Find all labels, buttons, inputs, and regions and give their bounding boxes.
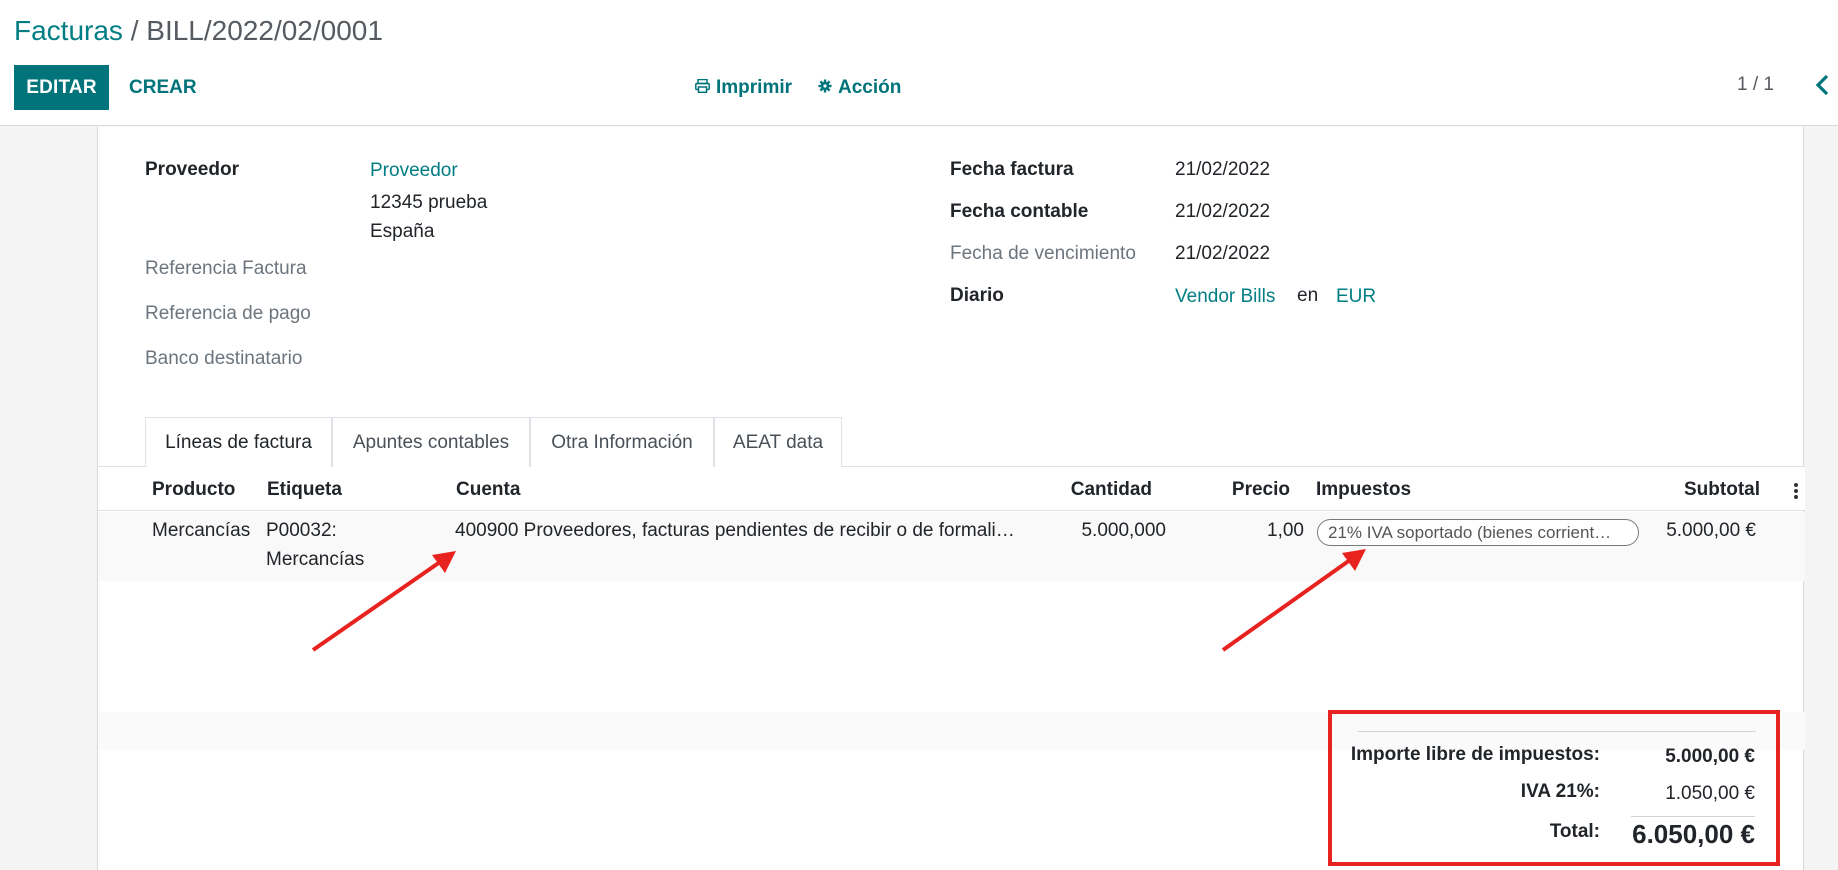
edit-button[interactable]: EDITAR (14, 65, 109, 110)
tab-journal-items[interactable]: Apuntes contables (332, 417, 530, 468)
vendor-address-line1: 12345 prueba (370, 192, 488, 213)
column-label[interactable]: Etiqueta (267, 479, 342, 501)
recipient-bank-label: Banco destinatario (145, 348, 303, 369)
tab-invoice-lines[interactable]: Líneas de factura (145, 417, 332, 468)
gear-icon (818, 79, 832, 97)
lines-table-header: Producto Etiqueta Cuenta Cantidad Precio… (98, 467, 1805, 511)
row-product: Mercancías (152, 520, 251, 541)
action-button[interactable]: Acción (818, 65, 901, 110)
row-account: 400900 Proveedores, facturas pendientes … (455, 520, 1015, 541)
breadcrumb-facturas-link[interactable]: Facturas (14, 15, 123, 46)
chevron-left-icon[interactable] (1810, 70, 1836, 100)
invoice-reference-label: Referencia Factura (145, 258, 307, 279)
row-label-line2: Mercancías (266, 549, 365, 570)
tax-tag-badge[interactable]: 21% IVA soportado (bienes corrient… (1317, 519, 1639, 546)
column-taxes[interactable]: Impuestos (1316, 479, 1411, 501)
vendor-address-line2: España (370, 221, 435, 242)
action-label: Acción (838, 76, 902, 98)
print-label: Imprimir (716, 76, 793, 98)
due-date-value: 21/02/2022 (1175, 243, 1271, 264)
row-quantity: 5.000,000 (1081, 520, 1166, 541)
vendor-label: Proveedor (145, 159, 239, 180)
column-price[interactable]: Precio (1198, 479, 1290, 501)
create-button[interactable]: CREAR (129, 65, 197, 110)
totals-highlight-box (1328, 710, 1780, 866)
breadcrumb-separator: / (122, 15, 147, 46)
tab-aeat-data[interactable]: AEAT data (714, 417, 842, 468)
invoice-date-value: 21/02/2022 (1175, 159, 1271, 180)
invoice-date-label: Fecha factura (950, 159, 1074, 180)
row-label-line1: P00032: (266, 520, 337, 541)
kebab-menu-icon[interactable] (1793, 481, 1799, 501)
journal-link[interactable]: Vendor Bills (1175, 285, 1275, 309)
accounting-date-value: 21/02/2022 (1175, 201, 1271, 222)
currency-link[interactable]: EUR (1336, 285, 1376, 309)
column-quantity[interactable]: Cantidad (998, 479, 1152, 501)
journal-label: Diario (950, 285, 1004, 306)
breadcrumb: Facturas / BILL/2022/02/0001 (14, 14, 383, 48)
notebook-tabs: Líneas de factura Apuntes contables Otra… (98, 417, 1805, 468)
breadcrumb-current: BILL/2022/02/0001 (146, 15, 383, 46)
print-button[interactable]: Imprimir (695, 65, 792, 110)
column-product[interactable]: Producto (152, 479, 235, 501)
row-price: 1,00 (1267, 520, 1304, 541)
tab-other-info[interactable]: Otra Información (530, 417, 714, 468)
printer-icon (695, 78, 710, 97)
column-account[interactable]: Cuenta (456, 479, 520, 501)
vendor-link[interactable]: Proveedor (370, 159, 458, 183)
due-date-label: Fecha de vencimiento (950, 243, 1136, 264)
row-subtotal: 5.000,00 € (1666, 520, 1756, 541)
column-subtotal[interactable]: Subtotal (1598, 479, 1760, 501)
control-panel: Facturas / BILL/2022/02/0001 EDITAR CREA… (0, 0, 1838, 126)
accounting-date-label: Fecha contable (950, 201, 1089, 222)
journal-in-text: en (1297, 285, 1319, 306)
pager-value[interactable]: 1 / 1 (1737, 74, 1774, 96)
payment-reference-label: Referencia de pago (145, 303, 311, 324)
